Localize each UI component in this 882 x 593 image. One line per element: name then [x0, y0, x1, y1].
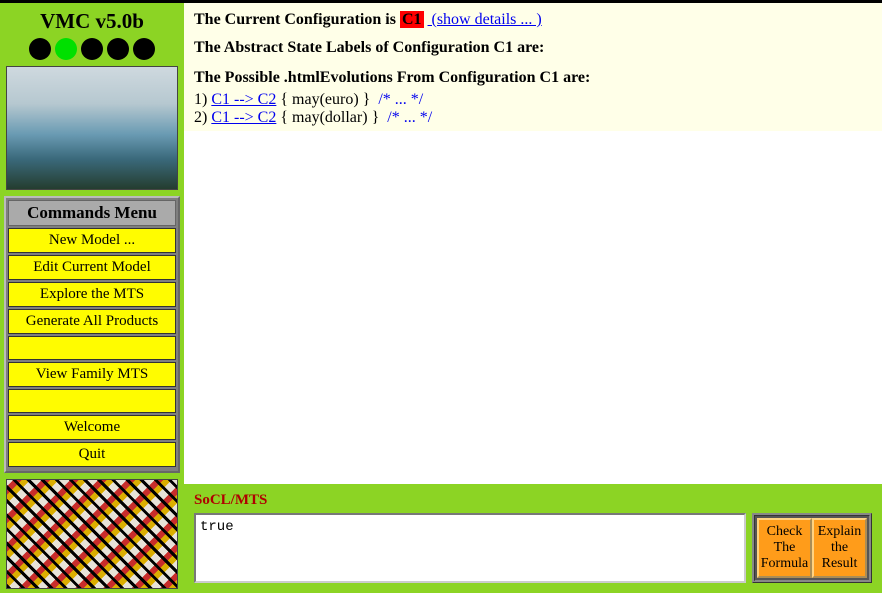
- welcome-button[interactable]: Welcome: [8, 415, 176, 440]
- menu-header: Commands Menu: [8, 200, 176, 226]
- socl-label: SoCL/MTS: [194, 492, 872, 509]
- formula-footer: SoCL/MTS Check The Formula Explain the R…: [184, 484, 882, 593]
- dot-icon: [107, 38, 129, 60]
- painting-image: [6, 66, 178, 190]
- new-model-button[interactable]: New Model ...: [8, 228, 176, 253]
- show-details-link[interactable]: (show details ... ): [428, 11, 542, 28]
- evolution-text: { may(dollar) }: [276, 109, 383, 126]
- quit-button[interactable]: Quit: [8, 442, 176, 467]
- evolution-num: 2): [194, 109, 211, 126]
- evolution-row: 1) C1 --> C2 { may(euro) } /* ... */: [194, 91, 872, 109]
- evolution-link[interactable]: C1 --> C2: [211, 91, 276, 108]
- edit-model-button[interactable]: Edit Current Model: [8, 255, 176, 280]
- content-panel: The Current Configuration is C1 (show de…: [184, 3, 882, 131]
- evolution-link[interactable]: C1 --> C2: [211, 109, 276, 126]
- generate-products-button[interactable]: Generate All Products: [8, 309, 176, 334]
- evolutions-heading: The Possible .htmlEvolutions From Config…: [194, 69, 872, 87]
- explore-mts-button[interactable]: Explore the MTS: [8, 282, 176, 307]
- formula-input[interactable]: [194, 513, 746, 583]
- evolution-num: 1): [194, 91, 211, 108]
- current-config-line: The Current Configuration is C1 (show de…: [194, 11, 872, 29]
- evolution-row: 2) C1 --> C2 { may(dollar) } /* ... */: [194, 109, 872, 127]
- menu-spacer: [8, 336, 176, 360]
- dot-icon: [133, 38, 155, 60]
- evolution-comment: /* ... */: [387, 109, 432, 126]
- app-title: VMC v5.0b: [4, 7, 180, 36]
- abstract-labels-heading: The Abstract State Labels of Configurati…: [194, 39, 872, 57]
- main-area: The Current Configuration is C1 (show de…: [184, 3, 882, 593]
- evolution-text: { may(euro) }: [276, 91, 374, 108]
- explain-result-button[interactable]: Explain the Result: [812, 518, 867, 578]
- abstract-art-image: [6, 479, 178, 589]
- menu-spacer: [8, 389, 176, 413]
- dot-icon: [55, 38, 77, 60]
- evolution-comment: /* ... */: [378, 91, 423, 108]
- dot-icon: [29, 38, 51, 60]
- sidebar: VMC v5.0b Commands Menu New Model ... Ed…: [0, 3, 184, 593]
- dot-icon: [81, 38, 103, 60]
- config-badge: C1: [400, 11, 424, 28]
- check-formula-button[interactable]: Check The Formula: [757, 518, 812, 578]
- commands-menu: Commands Menu New Model ... Edit Current…: [4, 196, 180, 473]
- current-config-prefix: The Current Configuration is: [194, 11, 400, 28]
- status-dots: [4, 36, 180, 66]
- view-family-mts-button[interactable]: View Family MTS: [8, 362, 176, 387]
- button-group: Check The Formula Explain the Result: [752, 513, 872, 583]
